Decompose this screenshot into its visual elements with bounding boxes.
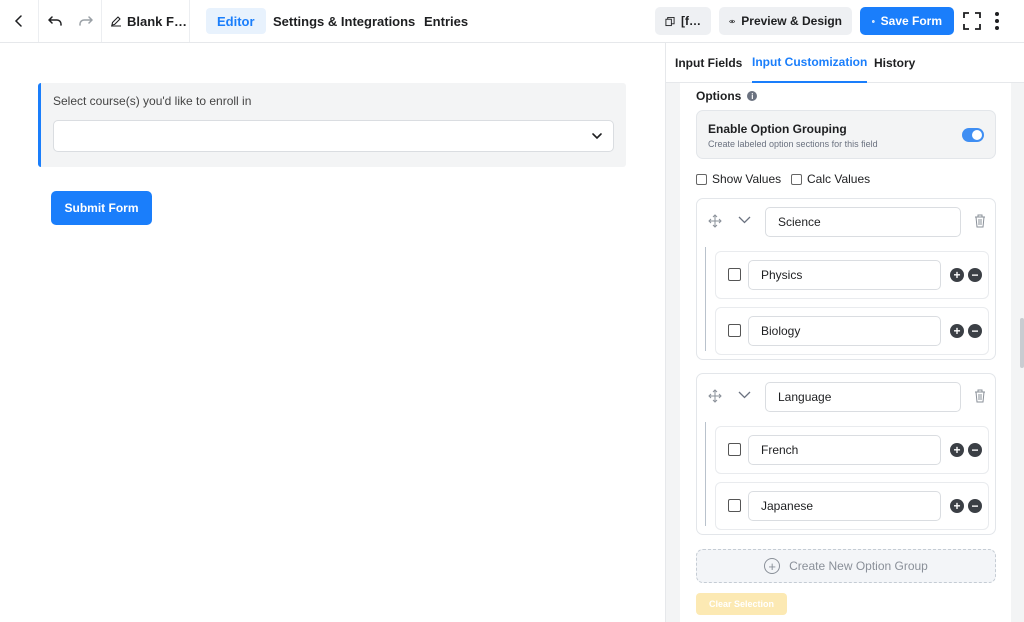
preview-design-button[interactable]: Preview & Design: [719, 7, 852, 35]
remove-option-icon[interactable]: −: [968, 324, 982, 338]
save-label: Save Form: [880, 14, 942, 28]
create-option-group-button[interactable]: + Create New Option Group: [696, 549, 996, 583]
panel-body: Options i Enable Option Grouping Create …: [680, 83, 1011, 622]
more-vertical-icon: [995, 12, 999, 30]
clear-selection-button[interactable]: Clear Selection: [696, 593, 787, 615]
info-icon[interactable]: i: [747, 91, 758, 101]
form-title-text: Blank F…: [127, 13, 187, 29]
fullscreen-icon: [963, 12, 981, 30]
form-title[interactable]: Blank F…: [102, 0, 190, 42]
plus-circle-icon: +: [764, 558, 781, 574]
add-option-icon[interactable]: +: [950, 268, 964, 282]
calc-values-label: Calc Values: [807, 172, 871, 186]
eye-icon: [729, 19, 736, 23]
remove-option-icon[interactable]: −: [968, 268, 982, 282]
pencil-icon: [111, 16, 121, 27]
trash-icon[interactable]: [974, 214, 986, 228]
show-values-checkbox[interactable]: Show Values: [696, 172, 781, 186]
drag-handle-icon[interactable]: [708, 214, 722, 228]
drag-handle-icon[interactable]: [708, 389, 722, 403]
tab-settings-label: Settings & Integrations: [273, 13, 416, 29]
group-name-input[interactable]: Language: [765, 382, 961, 412]
remove-option-icon[interactable]: −: [968, 499, 982, 513]
option-label-input[interactable]: Biology: [748, 316, 941, 346]
submit-form-button[interactable]: Submit Form: [51, 191, 152, 225]
option-checkbox[interactable]: [728, 268, 741, 281]
top-bar: Blank F… Editor Settings & Integrations …: [0, 0, 1024, 43]
trash-icon[interactable]: [974, 389, 986, 403]
option-checkbox[interactable]: [728, 324, 741, 337]
options-heading: Options i: [696, 89, 758, 103]
tab-settings-integrations[interactable]: Settings & Integrations: [262, 8, 426, 34]
more-menu-button[interactable]: [993, 11, 1001, 31]
checkbox-box[interactable]: [696, 173, 707, 185]
redo-icon: [78, 16, 93, 26]
chevron-left-icon: [14, 15, 22, 27]
tab-input-customization[interactable]: Input Customization: [752, 43, 868, 83]
undo-icon: [47, 16, 62, 26]
group-name-input[interactable]: Science: [765, 207, 961, 237]
toggle-knob: [972, 130, 982, 140]
back-button[interactable]: [0, 0, 39, 42]
group-rail: [705, 247, 706, 351]
copy-icon: [665, 16, 675, 26]
chevron-down-icon[interactable]: [738, 215, 751, 225]
tab-history-label: History: [874, 56, 916, 70]
add-option-icon[interactable]: +: [950, 499, 964, 513]
option-group-language: Language French + − Japanese + −: [696, 373, 996, 535]
option-checkbox[interactable]: [728, 443, 741, 456]
tab-entries[interactable]: Entries: [413, 8, 479, 34]
preview-label: Preview & Design: [741, 14, 842, 28]
add-option-icon[interactable]: +: [950, 443, 964, 457]
chevron-down-icon[interactable]: [738, 390, 751, 400]
panel-tabs: Input Fields Input Customization History: [666, 43, 1024, 83]
checkbox-box[interactable]: [791, 173, 802, 185]
group-rail: [705, 422, 706, 526]
tab-history[interactable]: History: [874, 43, 915, 83]
option-label-input[interactable]: French: [748, 435, 941, 465]
course-select-input[interactable]: [53, 120, 614, 152]
redo-button[interactable]: [70, 0, 102, 42]
remove-option-icon[interactable]: −: [968, 443, 982, 457]
undo-button[interactable]: [39, 0, 70, 42]
save-form-button[interactable]: Save Form: [860, 7, 954, 35]
check-circle-icon: [872, 19, 875, 23]
tab-input-customization-label: Input Customization: [752, 55, 868, 69]
option-label-input[interactable]: Japanese: [748, 491, 941, 521]
option-row: Physics + −: [715, 251, 989, 299]
option-group-science: Science Physics + − Biology + −: [696, 198, 996, 360]
option-row: French + −: [715, 426, 989, 474]
field-label: Select course(s) you'd like to enroll in: [53, 94, 252, 108]
tab-editor-label: Editor: [217, 13, 255, 29]
option-grouping-setting: Enable Option Grouping Create labeled op…: [696, 110, 996, 159]
show-values-label: Show Values: [712, 172, 782, 186]
option-row: Japanese + −: [715, 482, 989, 530]
chevron-down-icon: [592, 133, 602, 140]
fullscreen-button[interactable]: [962, 11, 982, 31]
option-checkbox[interactable]: [728, 499, 741, 512]
add-option-icon[interactable]: +: [950, 324, 964, 338]
course-select-field[interactable]: Select course(s) you'd like to enroll in: [38, 83, 626, 167]
grouping-title: Enable Option Grouping: [708, 122, 847, 136]
settings-panel: Input Fields Input Customization History…: [665, 43, 1024, 622]
shortcode-label: [f…: [681, 14, 701, 28]
tab-editor[interactable]: Editor: [206, 8, 266, 34]
create-group-label: Create New Option Group: [789, 559, 928, 573]
option-grouping-toggle[interactable]: [962, 128, 984, 142]
tab-input-fields[interactable]: Input Fields: [675, 43, 742, 83]
shortcode-button[interactable]: [f…: [655, 7, 711, 35]
options-label: Options: [696, 89, 742, 103]
tab-input-fields-label: Input Fields: [675, 56, 743, 70]
option-row: Biology + −: [715, 307, 989, 355]
tab-entries-label: Entries: [424, 13, 469, 29]
grouping-description: Create labeled option sections for this …: [708, 139, 878, 149]
calc-values-checkbox[interactable]: Calc Values: [791, 172, 870, 186]
scrollbar[interactable]: [1020, 318, 1024, 368]
option-label-input[interactable]: Physics: [748, 260, 941, 290]
